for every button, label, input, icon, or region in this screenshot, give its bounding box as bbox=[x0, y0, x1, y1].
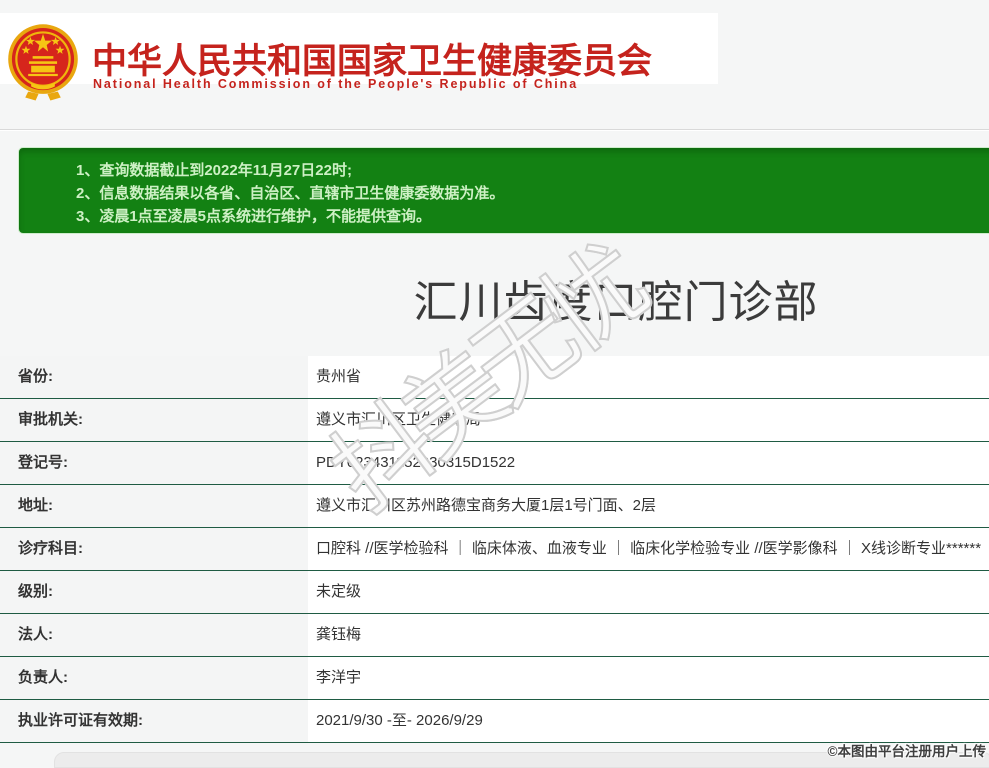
org-title-en: National Health Commission of the People… bbox=[93, 77, 578, 91]
field-value: 贵州省 bbox=[308, 356, 989, 398]
field-value: 口腔科 //医学检验科 ｜ 临床体液、血液专业 ｜ 临床化学检验专业 //医学影… bbox=[308, 528, 989, 570]
field-label: 诊疗科目: bbox=[0, 528, 308, 570]
field-label: 负责人: bbox=[0, 657, 308, 699]
field-label: 执业许可证有效期: bbox=[0, 700, 308, 742]
table-row: 执业许可证有效期: 2021/9/30 -至- 2026/9/29 bbox=[0, 700, 989, 743]
table-row: 负责人: 李洋宇 bbox=[0, 657, 989, 700]
field-value: 遵义市汇川区卫生健康局 bbox=[308, 399, 989, 441]
site-header: 中华人民共和国国家卫生健康委员会 National Health Commiss… bbox=[0, 13, 718, 84]
table-row: 审批机关: 遵义市汇川区卫生健康局 bbox=[0, 399, 989, 442]
table-row: 级别: 未定级 bbox=[0, 571, 989, 614]
field-value: 李洋宇 bbox=[308, 657, 989, 699]
field-value: 未定级 bbox=[308, 571, 989, 613]
field-label: 省份: bbox=[0, 356, 308, 398]
field-label: 审批机关: bbox=[0, 399, 308, 441]
field-label: 级别: bbox=[0, 571, 308, 613]
record-table: 省份: 贵州省 审批机关: 遵义市汇川区卫生健康局 登记号: PDY023431… bbox=[0, 356, 989, 743]
table-row: 地址: 遵义市汇川区苏州路德宝商务大厦1层1号门面、2层 bbox=[0, 485, 989, 528]
notice-line: 2、信息数据结果以各省、自治区、直辖市卫生健康委数据为准。 bbox=[76, 182, 989, 205]
field-value: PDY023431152030315D1522 bbox=[308, 442, 989, 484]
notice-line: 1、查询数据截止到2022年11月27日22时; bbox=[76, 159, 989, 182]
field-value: 龚钰梅 bbox=[308, 614, 989, 656]
table-row: 法人: 龚钰梅 bbox=[0, 614, 989, 657]
table-row: 登记号: PDY023431152030315D1522 bbox=[0, 442, 989, 485]
query-notice-box: 1、查询数据截止到2022年11月27日22时; 2、信息数据结果以各省、自治区… bbox=[18, 147, 989, 234]
field-label: 法人: bbox=[0, 614, 308, 656]
institution-name-title: 汇川齿度口腔门诊部 bbox=[0, 266, 989, 330]
header-divider bbox=[0, 129, 989, 131]
field-value: 遵义市汇川区苏州路德宝商务大厦1层1号门面、2层 bbox=[308, 485, 989, 527]
china-national-emblem-icon bbox=[6, 19, 80, 111]
notice-line: 3、凌晨1点至凌晨5点系统进行维护，不能提供查询。 bbox=[76, 205, 989, 228]
field-label: 登记号: bbox=[0, 442, 308, 484]
table-row: 省份: 贵州省 bbox=[0, 356, 989, 399]
field-value: 2021/9/30 -至- 2026/9/29 bbox=[308, 700, 989, 742]
platform-credit-watermark: ©本图由平台注册用户上传 bbox=[828, 740, 986, 760]
table-row: 诊疗科目: 口腔科 //医学检验科 ｜ 临床体液、血液专业 ｜ 临床化学检验专业… bbox=[0, 528, 989, 571]
field-label: 地址: bbox=[0, 485, 308, 527]
